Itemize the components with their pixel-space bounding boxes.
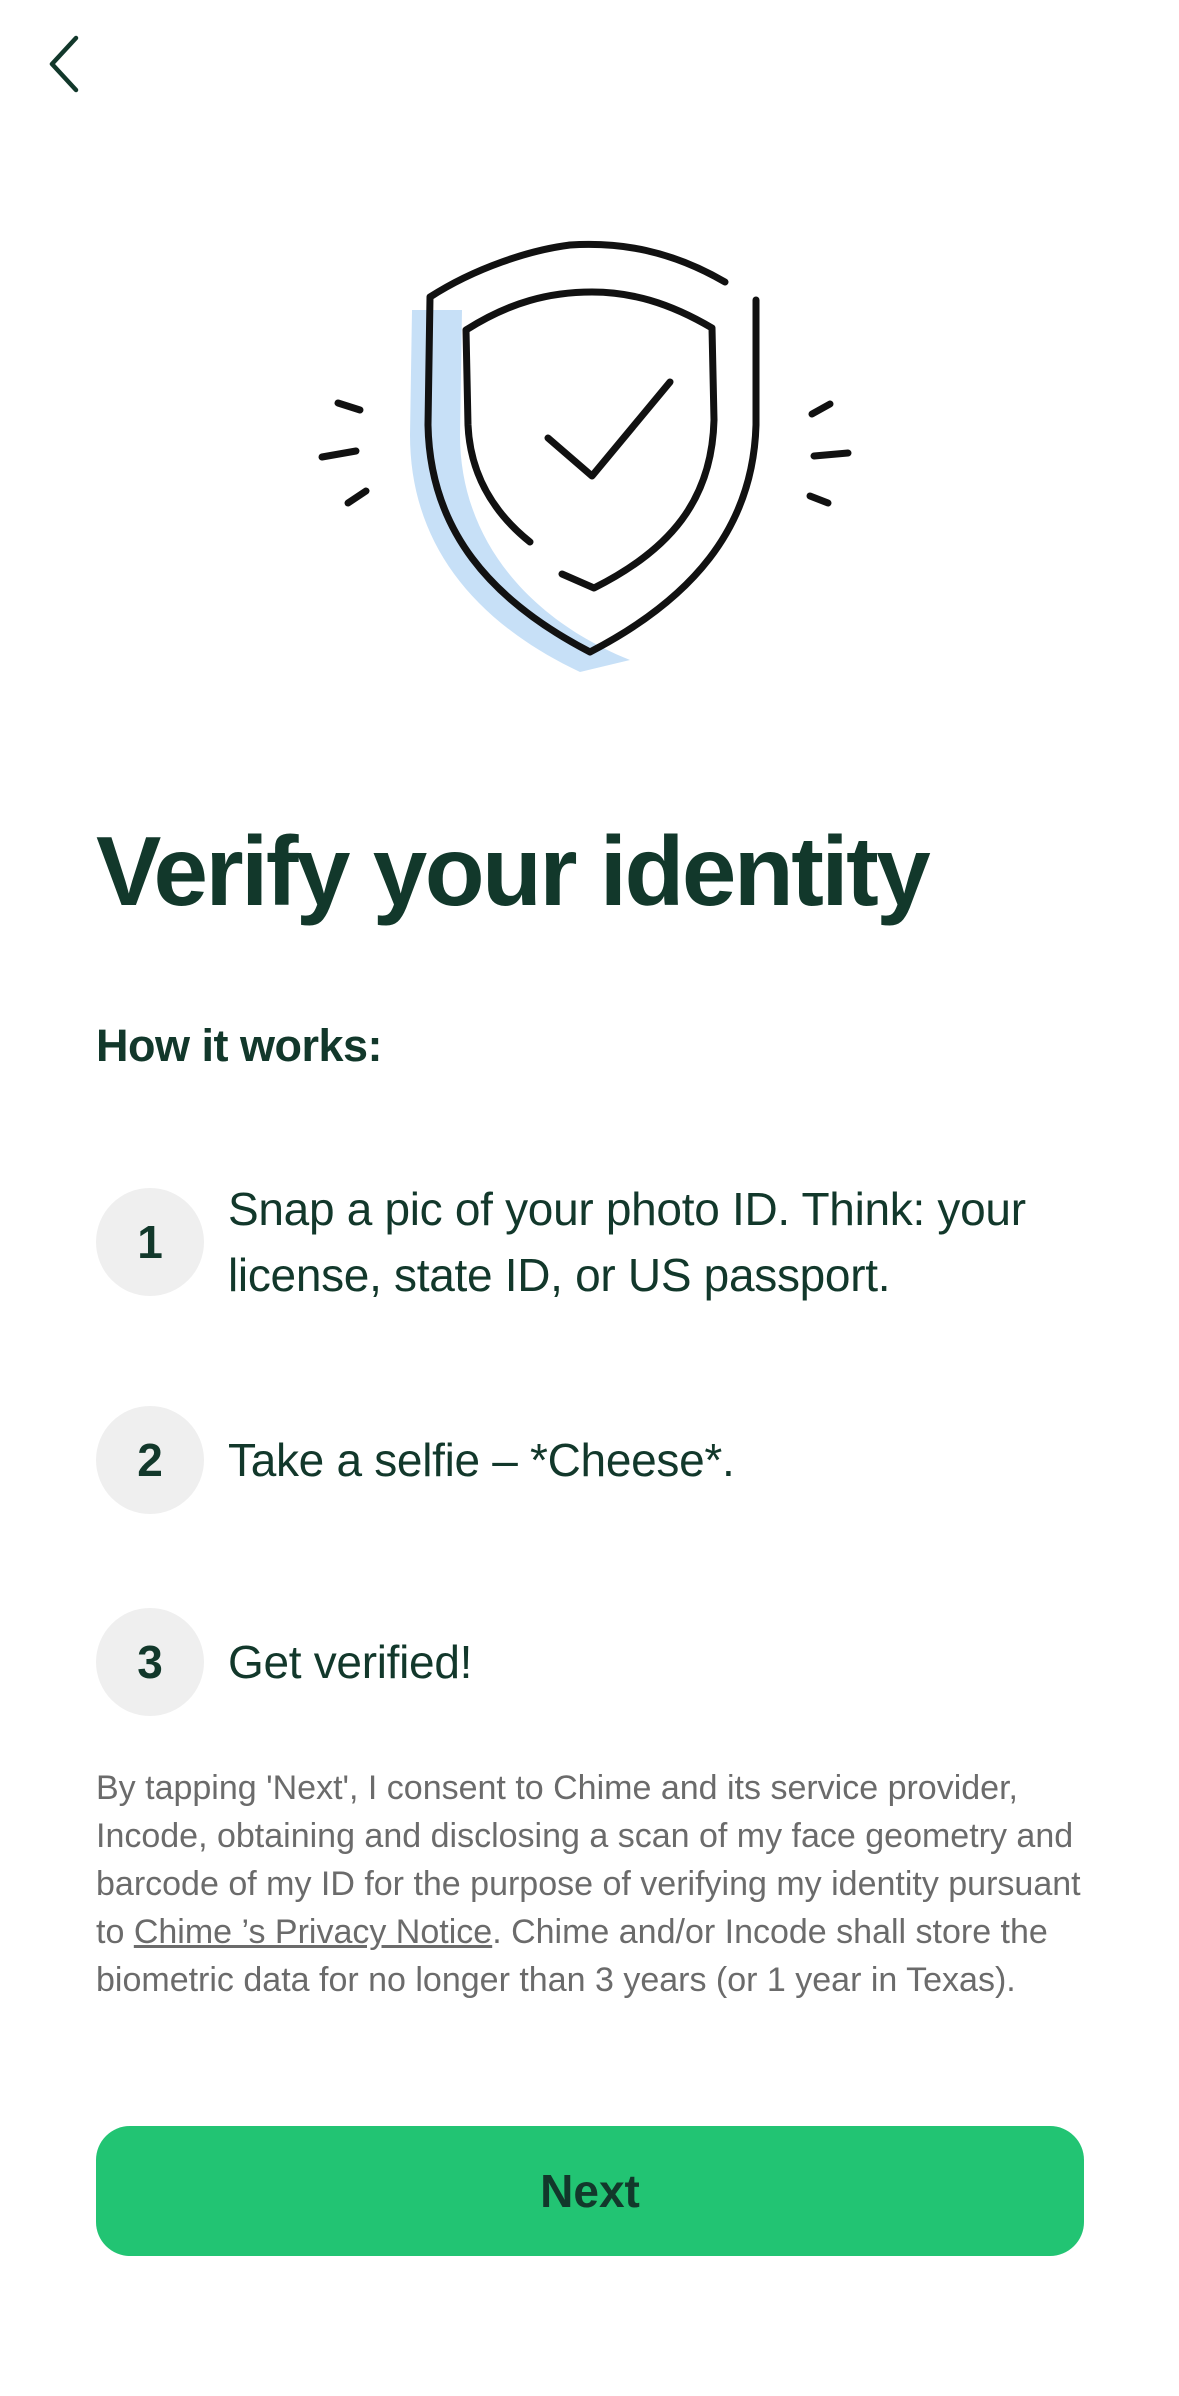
chevron-left-icon [49, 35, 79, 93]
step-text: Snap a pic of your photo ID. Think: your… [228, 1183, 1026, 1301]
step-text: Get verified! [228, 1636, 473, 1688]
consent-text: By tapping 'Next', I consent to Chime an… [96, 1764, 1086, 2004]
step-item-1: 1 Snap a pic of your photo ID. Think: yo… [96, 1176, 1086, 1308]
step-item-2: 2 Take a selfie – *Cheese*. [96, 1406, 1086, 1514]
step-number-badge: 2 [96, 1406, 204, 1514]
step-text: Take a selfie – *Cheese*. [228, 1434, 735, 1486]
shield-check-icon [318, 240, 852, 672]
privacy-notice-link[interactable]: Chime ’s Privacy Notice [134, 1913, 492, 1951]
step-item-3: 3 Get verified! [96, 1608, 1086, 1716]
back-button[interactable] [36, 28, 92, 100]
step-number-badge: 1 [96, 1188, 204, 1296]
next-button[interactable]: Next [96, 2126, 1084, 2256]
step-number-badge: 3 [96, 1608, 204, 1716]
how-it-works-heading: How it works: [96, 1020, 383, 1071]
page-title: Verify your identity [96, 816, 931, 926]
